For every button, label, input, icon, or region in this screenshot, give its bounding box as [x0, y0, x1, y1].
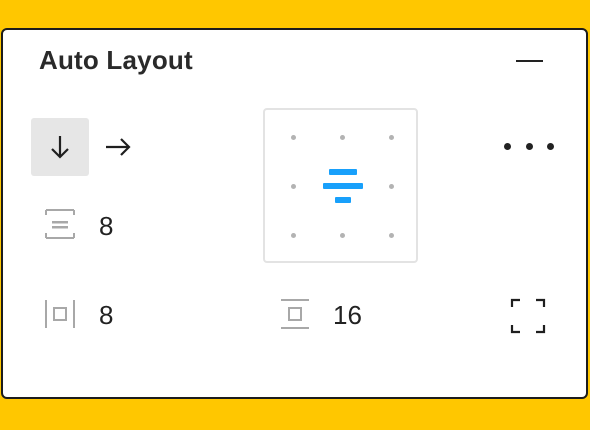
horizontal-padding-icon [45, 300, 75, 328]
more-options-button[interactable] [504, 131, 554, 161]
horizontal-padding-value[interactable]: 8 [99, 300, 113, 331]
align-top-center[interactable] [340, 135, 345, 140]
clip-content-icon[interactable] [508, 298, 548, 334]
minus-icon [515, 60, 543, 62]
align-bottom-right[interactable] [389, 233, 394, 238]
spacing-between-icon [45, 209, 75, 239]
vertical-padding-value[interactable]: 16 [333, 300, 362, 331]
align-top-left[interactable] [291, 135, 296, 140]
direction-horizontal-button[interactable] [89, 118, 147, 176]
align-center-icon[interactable] [323, 169, 363, 203]
align-bottom-left[interactable] [291, 233, 296, 238]
collapse-button[interactable] [512, 44, 546, 78]
spacing-between-value[interactable]: 8 [99, 211, 113, 242]
more-dot [525, 142, 533, 150]
arrow-right-icon [106, 138, 131, 156]
align-middle-left[interactable] [291, 184, 296, 189]
arrow-down-icon [51, 136, 69, 159]
more-dot [547, 142, 554, 150]
alignment-grid[interactable] [263, 108, 418, 263]
align-middle-right[interactable] [389, 184, 394, 189]
more-options-icon [504, 142, 511, 150]
align-bottom-center[interactable] [340, 233, 345, 238]
direction-vertical-button[interactable] [31, 118, 89, 176]
vertical-padding-icon [281, 299, 309, 329]
panel-title: Auto Layout [39, 45, 193, 75]
align-top-right[interactable] [389, 135, 394, 140]
